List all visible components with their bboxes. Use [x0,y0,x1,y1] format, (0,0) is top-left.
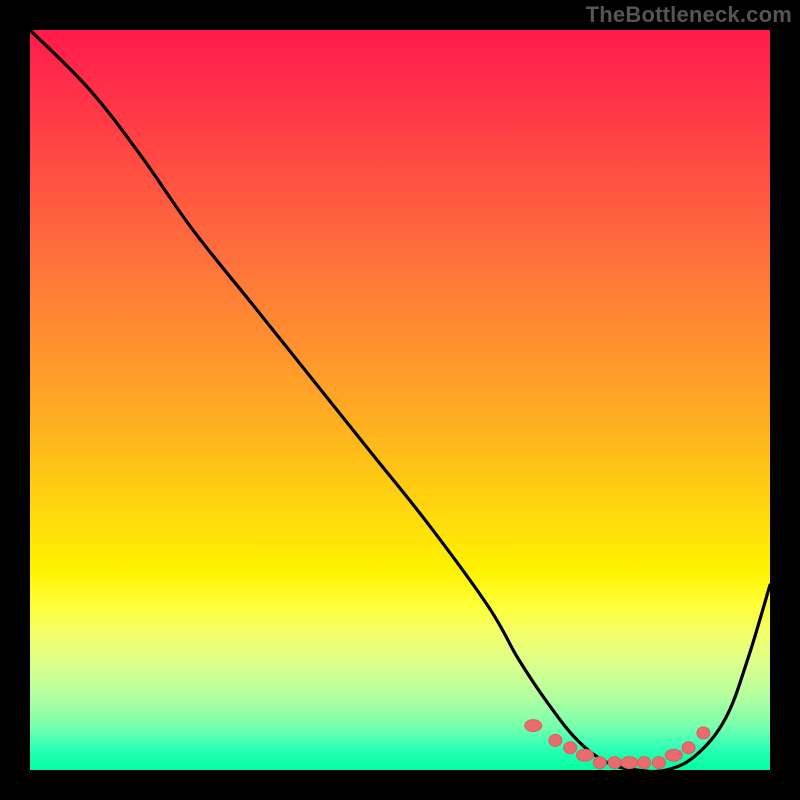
watermark-text: TheBottleneck.com [586,2,792,28]
bottleneck-curve-path [30,30,770,772]
optimal-region-markers [525,720,710,769]
curve-svg [30,30,770,770]
optimal-marker [577,749,594,761]
optimal-marker [697,727,710,739]
optimal-marker [549,734,562,746]
optimal-marker [653,757,666,769]
chart-frame: TheBottleneck.com [0,0,800,800]
plot-area [30,30,770,770]
optimal-marker [564,742,577,754]
optimal-marker [665,749,682,761]
optimal-marker [525,720,542,732]
optimal-marker [638,757,651,769]
optimal-marker [608,757,621,769]
optimal-marker [682,742,695,754]
optimal-marker [621,757,638,769]
optimal-marker [593,757,606,769]
